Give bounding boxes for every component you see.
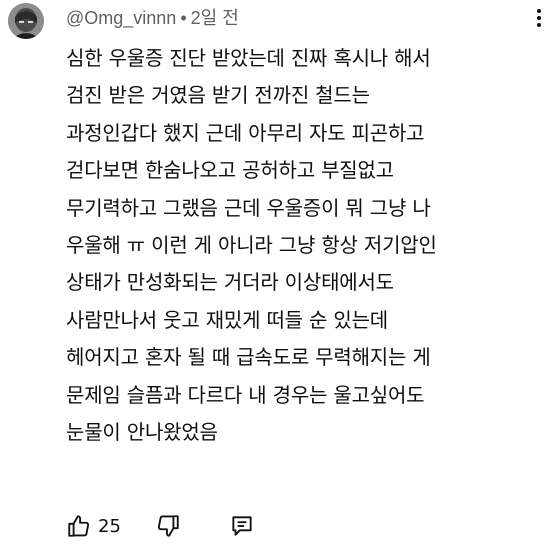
comment-reply-icon	[232, 516, 252, 536]
comment-line: 검진 받은 거였음 받기 전까진 철드는	[66, 83, 370, 108]
comment-line: 우울해 ㅠ 이런 게 아니라 그냥 항상 저기압인	[66, 233, 437, 258]
more-vertical-icon[interactable]	[530, 6, 548, 30]
thumbs-up-icon	[68, 515, 90, 537]
comment-line: 심한 우울증 진단 받았는데 진짜 혹시나 해서	[66, 46, 431, 70]
comment-line: 문제임 슬픔과 다르다 내 경우는 울고싶어도	[66, 382, 425, 407]
like-button[interactable]: 25	[66, 513, 121, 539]
comment-line: 무기력하고 그랬음 근데 우울증이 뭐 그냥 나	[66, 195, 431, 220]
comment-line: 상태가 만성화되는 거더라 이상태에서도	[66, 270, 394, 295]
comment-header: @Omg_vinnn • 2일 전	[66, 6, 239, 30]
dislike-button[interactable]	[155, 513, 181, 539]
comment-line: 걷다보면 한숨나오고 공허하고 부질없고	[66, 158, 394, 183]
comment: @Omg_vinnn • 2일 전 심한 우울증 진단 받았는데 진짜 혹시나 해서…	[0, 0, 560, 560]
comment-line: 헤어지고 혼자 될 때 급속도로 무력해지는 게	[66, 345, 431, 370]
avatar-image	[8, 3, 44, 39]
like-count: 25	[98, 515, 121, 537]
comment-text: 심한 우울증 진단 받았는데 진짜 혹시나 해서 검진 받은 거였음 받기 전까…	[66, 40, 550, 451]
comment-line: 과정인갑다 했지 근데 아무리 자도 피곤하고	[66, 120, 425, 145]
comment-author[interactable]: @Omg_vinnn	[66, 8, 176, 28]
header-separator: •	[180, 8, 187, 28]
reply-button[interactable]	[229, 513, 255, 539]
comment-line: 사람만나서 웃고 재밌게 떠들 순 있는데	[66, 307, 388, 332]
comment-line: 눈물이 안나왔었음	[66, 420, 218, 445]
comment-actions: 25	[66, 510, 255, 542]
comment-time: 2일 전	[190, 8, 239, 28]
thumbs-down-icon	[157, 515, 179, 537]
avatar[interactable]	[8, 3, 44, 39]
